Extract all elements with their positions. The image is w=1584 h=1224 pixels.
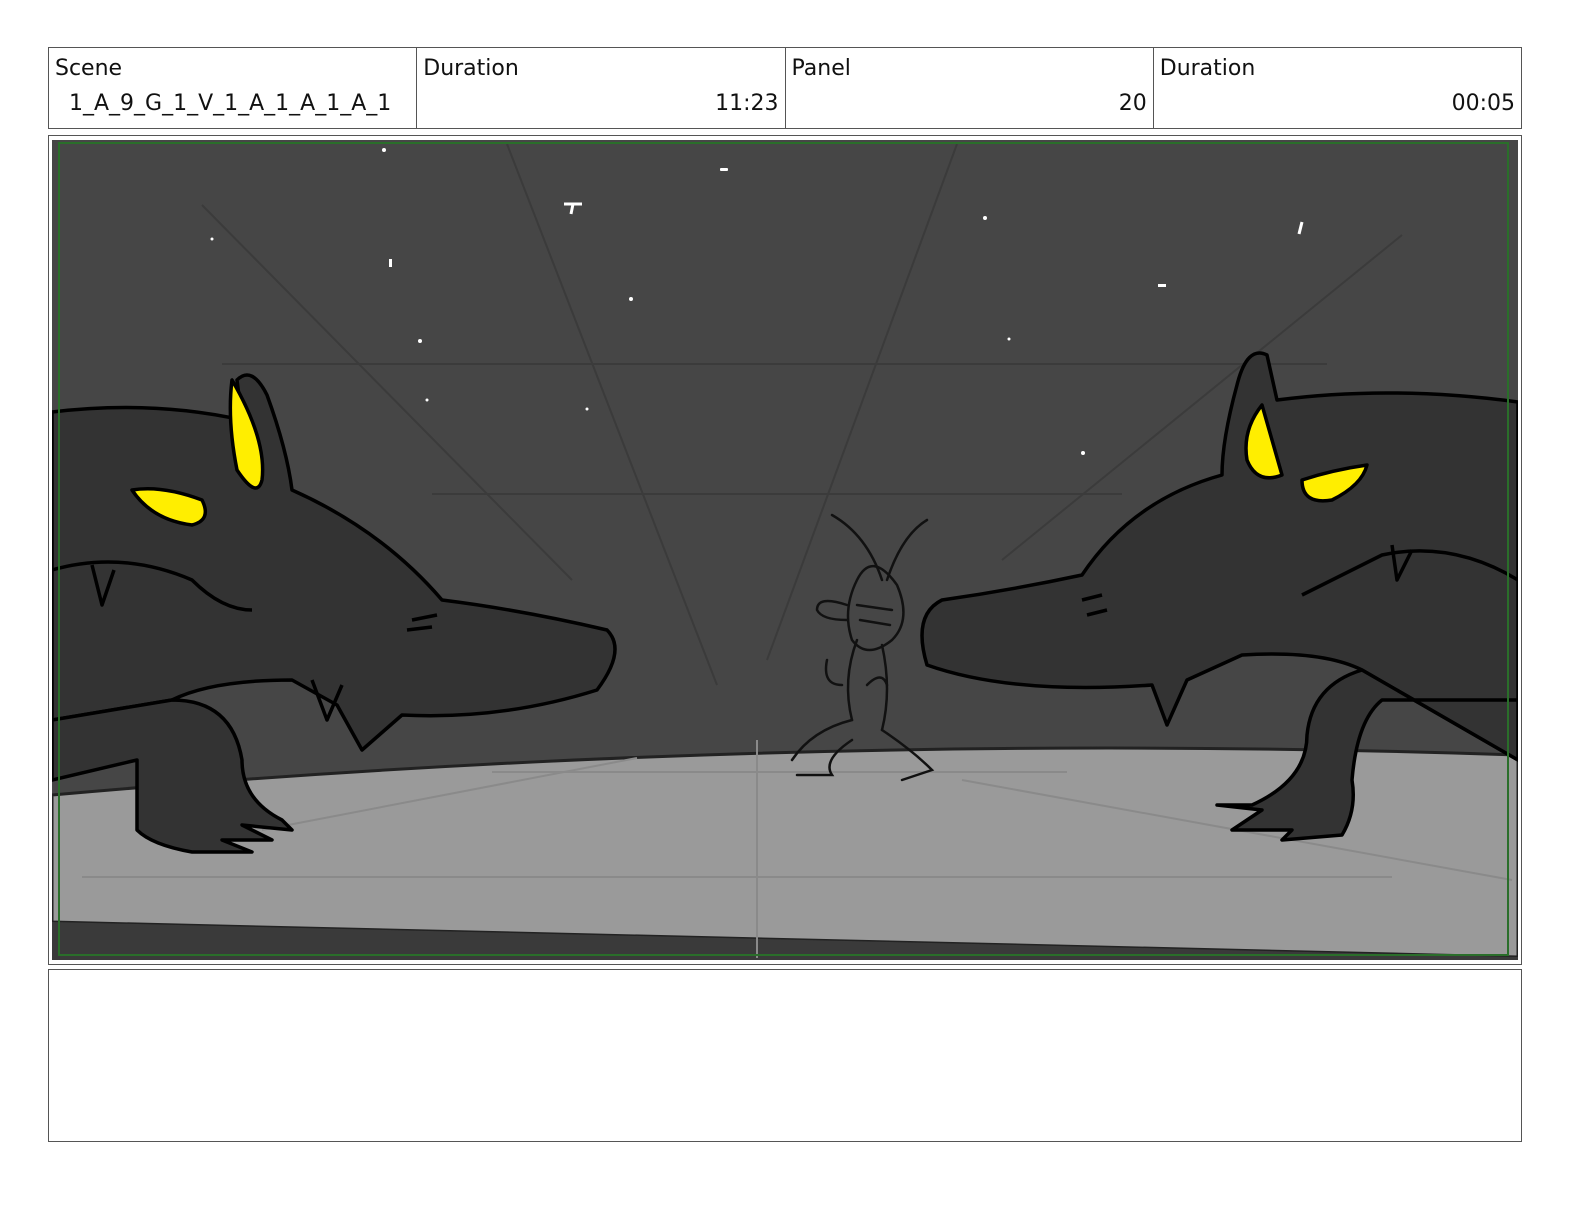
star-icon [425,398,429,402]
star-icon [983,216,987,220]
star-icon [1007,337,1011,341]
star-icon [1081,451,1085,455]
panel-header: Scene 1_A_9_G_1_V_1_A_1_A_1_A_1 Duration… [48,47,1522,129]
panel-number: 20 [1118,91,1147,116]
star-icon [210,237,214,241]
star-icon [720,168,728,171]
scene-value: 1_A_9_G_1_V_1_A_1_A_1_A_1 [69,91,392,116]
star-icon [629,297,633,301]
notes-area [48,969,1522,1142]
panel-label: Panel [791,56,851,81]
scene-duration-cell: Duration 11:23 [417,48,786,128]
star-icon [382,148,386,152]
panel-duration-cell: Duration 00:05 [1154,48,1521,128]
scene-cell: Scene 1_A_9_G_1_V_1_A_1_A_1_A_1 [49,48,418,128]
storyboard-frame [48,135,1522,965]
panel-cell: Panel 20 [786,48,1154,128]
storyboard-drawing [52,140,1518,960]
panel-duration-label: Duration [1159,56,1256,81]
scene-duration-value: 11:23 [715,91,779,116]
star-icon [418,339,422,343]
panel-duration-value: 00:05 [1451,91,1515,116]
star-icon [389,259,392,267]
star-icon [585,407,589,411]
scene-duration-label: Duration [423,56,519,81]
scene-label: Scene [55,56,123,81]
star-icon [1158,284,1166,287]
